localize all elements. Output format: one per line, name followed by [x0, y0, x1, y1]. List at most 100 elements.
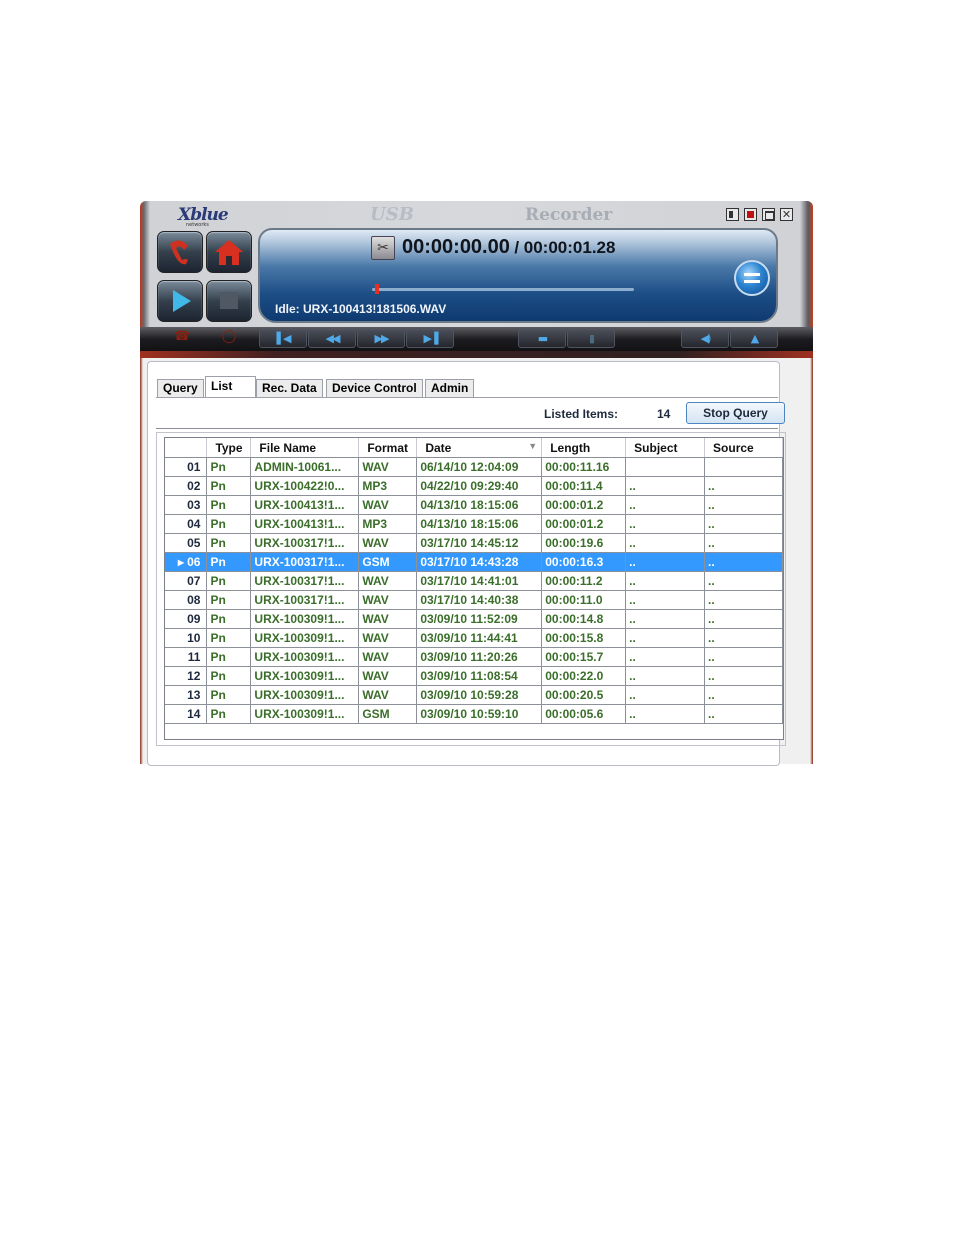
call-button[interactable]	[157, 231, 203, 273]
table-row[interactable]: 04 Pn URX-100413!1... MP3 04/13/10 18:15:06 0…	[165, 514, 783, 534]
column-header-type[interactable]: Type	[206, 438, 252, 458]
copy-icon: ▮	[588, 332, 595, 345]
cell-format: WAV	[358, 628, 418, 648]
fast-forward-button[interactable]: ▶▶	[357, 329, 405, 348]
cell-date: 04/13/10 18:15:06	[416, 514, 543, 534]
headset-icon[interactable]: ◯	[217, 329, 241, 349]
column-header-date[interactable]: Date ▼	[416, 438, 543, 458]
cell-source: ..	[704, 514, 783, 534]
play-button[interactable]	[157, 280, 203, 322]
column-header-subject[interactable]: Subject	[625, 438, 706, 458]
listed-items-label: Listed Items:	[544, 407, 619, 421]
row-number-label: 12	[187, 669, 201, 683]
table-row[interactable]: 11 Pn URX-100309!1... WAV 03/09/10 11:20:26 0…	[165, 647, 783, 667]
table-row[interactable]: 05 Pn URX-100317!1... WAV 03/17/10 14:45:12 0…	[165, 533, 783, 553]
tab-query[interactable]: Query	[157, 379, 204, 398]
row-number: 08	[165, 590, 208, 610]
table-row[interactable]: 14 Pn URX-100309!1... GSM 03/09/10 10:59:10 0…	[165, 704, 783, 724]
open-folder-button[interactable]: ▬	[518, 329, 566, 348]
column-header-row-number[interactable]	[165, 438, 208, 458]
cell-type: Pn	[206, 590, 252, 610]
column-header-file-name[interactable]: File Name	[250, 438, 360, 458]
cell-source: ..	[704, 609, 783, 629]
recordings-table: Type File Name Format Date ▼ Length Subje…	[165, 438, 783, 724]
cell-date: 03/09/10 10:59:28	[416, 685, 543, 705]
table-row[interactable]: 12 Pn URX-100309!1... WAV 03/09/10 11:08:54 0…	[165, 666, 783, 686]
cell-file: URX-100317!1...	[250, 552, 360, 572]
listed-items-count: 14	[657, 407, 671, 421]
cell-length: 00:00:20.5	[541, 685, 627, 705]
cell-type: Pn	[206, 685, 252, 705]
table-row[interactable]: 03 Pn URX-100413!1... WAV 04/13/10 18:15:06 0…	[165, 495, 783, 515]
playback-slider[interactable]	[372, 284, 634, 294]
cell-file: URX-100317!1...	[250, 571, 360, 591]
cell-format: WAV	[358, 647, 418, 667]
table-row[interactable]: 01 Pn ADMIN-10061... WAV 06/14/10 12:04:09 00…	[165, 457, 783, 477]
table-row[interactable]: 02 Pn URX-100422!0... MP3 04/22/10 09:29:40 0…	[165, 476, 783, 496]
stop-button[interactable]	[206, 280, 252, 322]
table-row[interactable]: 09 Pn URX-100309!1... WAV 03/09/10 11:52:09 0…	[165, 609, 783, 629]
cell-length: 00:00:11.16	[541, 457, 627, 477]
close-button[interactable]: ✕	[780, 208, 793, 221]
playback-slider-thumb[interactable]	[375, 284, 379, 294]
cell-format: WAV	[358, 609, 418, 629]
table-row[interactable]: 13 Pn URX-100309!1... WAV 03/09/10 10:59:28 0…	[165, 685, 783, 705]
rewind-button[interactable]: ◀◀	[308, 329, 356, 348]
date-header-label: Date	[425, 440, 452, 455]
table-header-row: Type File Name Format Date ▼ Length Subje…	[165, 438, 783, 458]
cell-file: URX-100413!1...	[250, 514, 360, 534]
table-row[interactable]: 08 Pn URX-100317!1... WAV 03/17/10 14:40:38 0…	[165, 590, 783, 610]
column-header-source[interactable]: Source	[704, 438, 783, 458]
minimize-button[interactable]	[744, 208, 757, 221]
app-title: Recorder	[525, 205, 613, 225]
cell-subject: ..	[625, 514, 706, 534]
cell-subject: ..	[625, 666, 706, 686]
compact-mode-button[interactable]	[726, 208, 739, 221]
tab-divider	[156, 397, 778, 398]
cell-source: ..	[704, 628, 783, 648]
cell-file: URX-100309!1...	[250, 628, 360, 648]
cell-file: URX-100309!1...	[250, 647, 360, 667]
table-row[interactable]: 07 Pn URX-100317!1... WAV 03/17/10 14:41:01 0…	[165, 571, 783, 591]
cell-source: ..	[704, 552, 783, 572]
cell-subject: ..	[625, 704, 706, 724]
cell-type: Pn	[206, 704, 252, 724]
cell-subject: ..	[625, 647, 706, 667]
column-header-length[interactable]: Length	[541, 438, 627, 458]
print-button[interactable]	[734, 260, 770, 296]
cell-date: 03/09/10 11:52:09	[416, 609, 543, 629]
speaker-icon: ◀)	[700, 332, 712, 345]
tab-rec-data[interactable]: Rec. Data	[256, 379, 323, 398]
cell-format: MP3	[358, 476, 418, 496]
copy-button[interactable]: ▮	[567, 329, 615, 348]
column-header-format[interactable]: Format	[358, 438, 418, 458]
table-row[interactable]: ▶ 06 Pn URX-100317!1... GSM 03/17/10 14:43:28…	[165, 552, 783, 572]
scissors-icon[interactable]: ✂	[371, 236, 395, 260]
cell-date: 03/17/10 14:40:38	[416, 590, 543, 610]
skip-back-button[interactable]: ▌◀	[259, 329, 307, 348]
row-number-label: 11	[187, 650, 201, 664]
cell-length: 00:00:11.4	[541, 476, 627, 496]
tab-list[interactable]: List	[205, 376, 256, 398]
cell-file: URX-100317!1...	[250, 590, 360, 610]
cell-type: Pn	[206, 628, 252, 648]
hangup-icon[interactable]: ☎	[170, 329, 194, 349]
cell-type: Pn	[206, 647, 252, 667]
cell-date: 03/17/10 14:41:01	[416, 571, 543, 591]
home-button[interactable]	[206, 231, 252, 273]
row-number: 12	[165, 666, 208, 686]
lock-button[interactable]: ▲	[730, 329, 778, 348]
recordings-grid[interactable]: Type File Name Format Date ▼ Length Subje…	[164, 437, 784, 740]
table-row[interactable]: 10 Pn URX-100309!1... WAV 03/09/10 11:44:41 0…	[165, 628, 783, 648]
maximize-button[interactable]	[762, 208, 775, 221]
tab-admin[interactable]: Admin	[425, 379, 475, 398]
cell-subject: ..	[625, 552, 706, 572]
cell-source: ..	[704, 476, 783, 496]
cell-source: ..	[704, 704, 783, 724]
tab-device-control[interactable]: Device Control	[326, 379, 423, 398]
stop-query-button[interactable]: Stop Query	[686, 402, 785, 424]
skip-forward-button[interactable]: ▶▐	[406, 329, 454, 348]
volume-button[interactable]: ◀)	[681, 329, 729, 348]
row-number-label: 02	[187, 479, 201, 493]
main-area: Query List Rec. Data Device Control Admi…	[140, 358, 813, 766]
